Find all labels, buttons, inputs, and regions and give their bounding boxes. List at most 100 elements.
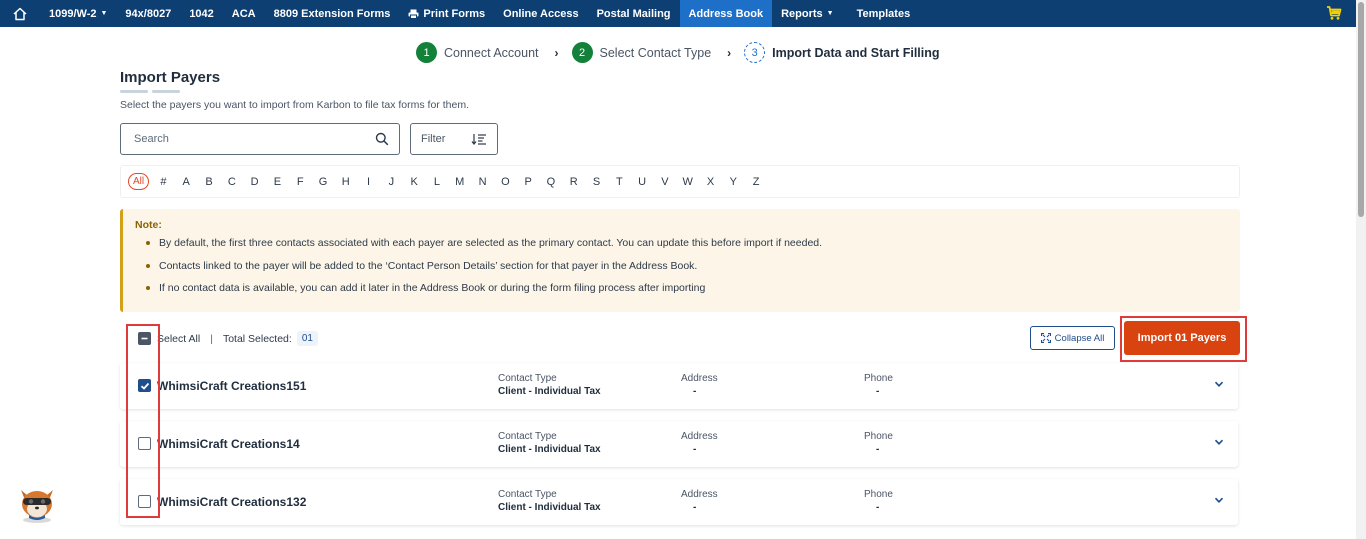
payer-row[interactable]: WhimsiCraft Creations132 Contact Type Cl… (120, 479, 1238, 525)
alpha-filter-letter[interactable]: R (562, 176, 585, 188)
alphabet-filter: All # A B C D E F G H I J K L M N O P Q R S T U V W X Y Z (120, 165, 1240, 198)
payer-name: WhimsiCraft Creations14 (157, 437, 300, 451)
title-underline (120, 90, 180, 93)
collapse-icon (1040, 333, 1051, 343)
alpha-filter-letter[interactable]: T (608, 176, 631, 188)
alpha-filter-letter[interactable]: F (289, 176, 312, 188)
nav-1099-w2[interactable]: 1099/W-2 ▼ (40, 0, 116, 27)
alpha-filter-letter[interactable]: G (312, 176, 335, 188)
search-input[interactable] (134, 133, 375, 145)
note-item: If no contact data is available, you can… (135, 281, 1228, 304)
nav-8809-extension[interactable]: 8809 Extension Forms (265, 0, 400, 27)
nav-94x-8027[interactable]: 94x/8027 (116, 0, 180, 27)
import-stepper: 1 Connect Account › 2 Select Contact Typ… (416, 42, 940, 63)
payer-checkbox[interactable] (138, 495, 151, 508)
home-button[interactable] (0, 0, 40, 27)
alpha-filter-letter[interactable]: Z (745, 176, 768, 188)
alpha-filter-letter[interactable]: J (380, 176, 403, 188)
select-all-checkbox[interactable] (138, 332, 151, 345)
alpha-filter-letter[interactable]: P (517, 176, 540, 188)
alpha-filter-letter[interactable]: W (676, 176, 699, 188)
phone-cell: Phone - (864, 431, 893, 455)
alpha-filter-letter[interactable]: D (243, 176, 266, 188)
caret-down-icon: ▼ (826, 10, 834, 17)
phone-cell: Phone - (864, 489, 893, 513)
filter-label: Filter (421, 133, 446, 145)
select-all-label[interactable]: Select All (157, 333, 200, 345)
alpha-filter-letter[interactable]: U (631, 176, 654, 188)
nav-1042[interactable]: 1042 (180, 0, 222, 27)
contact-type-cell: Contact Type Client - Individual Tax (498, 431, 601, 455)
filter-button[interactable]: Filter (410, 123, 498, 155)
alpha-filter-letter[interactable]: X (699, 176, 722, 188)
alpha-filter-letter[interactable]: N (471, 176, 494, 188)
chevron-down-icon[interactable] (1214, 379, 1224, 389)
step-label: Select Contact Type (599, 45, 712, 60)
alpha-filter-letter[interactable]: E (266, 176, 289, 188)
chevron-right-icon: › (727, 45, 732, 60)
phone-cell: Phone - (864, 373, 893, 397)
step-number: 1 (416, 42, 437, 63)
home-icon (13, 7, 27, 20)
top-navbar: 1099/W-2 ▼ 94x/8027 1042 ACA 8809 Extensi… (0, 0, 1356, 27)
alpha-filter-letter[interactable]: C (220, 176, 243, 188)
address-cell: Address - (681, 373, 718, 397)
alpha-filter-letter[interactable]: L (426, 176, 449, 188)
alpha-filter-letter[interactable]: K (403, 176, 426, 188)
page-title: Import Payers (120, 69, 221, 86)
payer-row[interactable]: WhimsiCraft Creations151 Contact Type Cl… (120, 363, 1238, 409)
alpha-filter-letter[interactable]: O (494, 176, 517, 188)
nav-postal-mailing[interactable]: Postal Mailing (588, 0, 680, 27)
caret-down-icon: ▼ (100, 10, 108, 17)
payer-name: WhimsiCraft Creations132 (157, 495, 307, 509)
contact-type-cell: Contact Type Client - Individual Tax (498, 489, 601, 513)
sort-icon (471, 134, 486, 145)
alpha-filter-letter[interactable]: # (152, 176, 175, 188)
address-cell: Address - (681, 431, 718, 455)
alpha-filter-letter[interactable]: Y (722, 176, 745, 188)
chevron-down-icon[interactable] (1214, 437, 1224, 447)
payer-name: WhimsiCraft Creations151 (157, 379, 307, 393)
cart-icon (1327, 6, 1342, 20)
step-import-data: 3 Import Data and Start Filling (744, 42, 940, 63)
scrollbar[interactable] (1356, 0, 1366, 539)
nav-print-forms[interactable]: Print Forms (399, 0, 494, 27)
alpha-filter-letter[interactable]: V (654, 176, 677, 188)
total-selected-label: Total Selected: (222, 332, 292, 345)
alpha-filter-letter[interactable]: S (585, 176, 608, 188)
printer-icon (408, 9, 419, 19)
alpha-filter-letter[interactable]: I (357, 176, 380, 188)
nav-aca[interactable]: ACA (223, 0, 265, 27)
step-select-contact-type: 2 Select Contact Type (571, 42, 712, 63)
chevron-right-icon: › (554, 45, 559, 60)
note-title: Note: (135, 219, 162, 231)
chat-assistant-mascot-icon[interactable] (15, 480, 59, 524)
step-label: Import Data and Start Filling (772, 45, 940, 60)
nav-reports[interactable]: Reports ▼ (772, 0, 843, 27)
alpha-filter-letter[interactable]: B (198, 176, 221, 188)
alpha-filter-all[interactable]: All (128, 173, 149, 190)
nav-online-access[interactable]: Online Access (494, 0, 587, 27)
payer-row[interactable]: WhimsiCraft Creations14 Contact Type Cli… (120, 421, 1238, 467)
alpha-filter-letter[interactable]: A (175, 176, 198, 188)
separator: | (210, 332, 213, 345)
search-icon[interactable] (375, 132, 389, 146)
selection-bar: Select All | Total Selected: 01 (138, 331, 318, 346)
address-cell: Address - (681, 489, 718, 513)
chevron-down-icon[interactable] (1214, 495, 1224, 505)
note-item: Contacts linked to the payer will be add… (135, 259, 1228, 282)
cart-button[interactable] (1326, 5, 1342, 24)
alpha-filter-letter[interactable]: H (334, 176, 357, 188)
payer-checkbox[interactable] (138, 379, 151, 392)
alpha-filter-letter[interactable]: Q (540, 176, 563, 188)
nav-templates[interactable]: Templates (848, 0, 920, 27)
payer-checkbox[interactable] (138, 437, 151, 450)
collapse-all-button[interactable]: Collapse All (1030, 326, 1115, 350)
note-item: By default, the first three contacts ass… (135, 236, 1228, 259)
alpha-filter-letter[interactable]: M (448, 176, 471, 188)
scrollbar-thumb[interactable] (1358, 2, 1364, 217)
nav-address-book[interactable]: Address Book (679, 0, 773, 27)
note-box: Note: By default, the first three contac… (120, 209, 1240, 312)
import-payers-button[interactable]: Import 01 Payers (1124, 321, 1240, 355)
step-number: 2 (571, 42, 593, 63)
